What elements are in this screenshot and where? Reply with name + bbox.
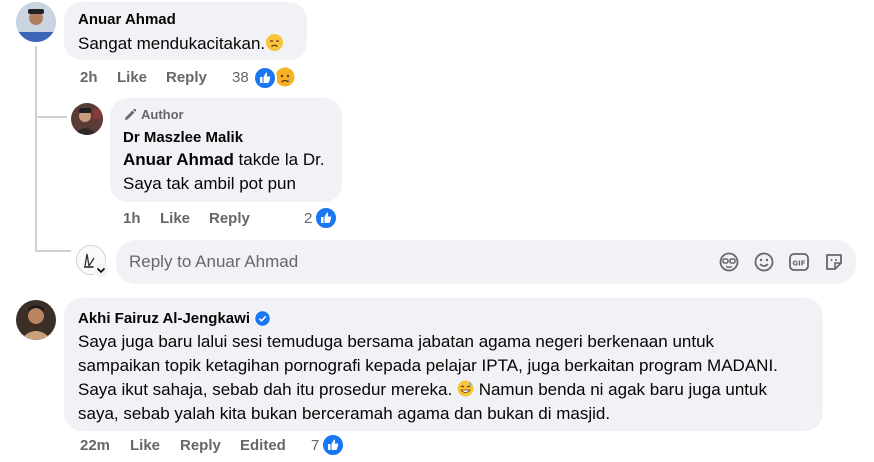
avatar-dr-maszlee-malik[interactable] <box>71 103 103 135</box>
thread-connector-input <box>35 250 71 252</box>
comment-author-row: Akhi Fairuz Al-Jengkawi <box>78 310 270 327</box>
avatar-anuar-ahmad[interactable] <box>16 2 56 42</box>
like-button[interactable]: Like <box>117 69 147 86</box>
comment-text-line3-rest: Namun benda ni agak baru juga untuk <box>473 380 767 399</box>
grinning-sweat-emoji-icon <box>457 380 474 397</box>
reply-button[interactable]: Reply <box>209 210 250 227</box>
author-badge: Author <box>123 107 184 122</box>
reply-bubble: Author Dr Maszlee Malik Anuar Ahmad takd… <box>110 98 342 202</box>
pencil-icon <box>123 108 137 122</box>
comment-text-line1: Saya juga baru lalui sesi temuduga bersa… <box>78 332 715 351</box>
reaction-count[interactable]: 38 <box>232 69 249 86</box>
sticker-icon[interactable] <box>823 251 845 273</box>
comment-author[interactable]: Anuar Ahmad <box>78 11 176 28</box>
comment-bubble: Akhi Fairuz Al-Jengkawi Saya juga baru l… <box>64 298 823 431</box>
comment-text-line3-start: Saya ikut sahaja, sebab dah itu prosedur… <box>78 380 453 399</box>
edited-label[interactable]: Edited <box>240 437 286 454</box>
sad-reaction-icon <box>274 66 296 88</box>
comment-text-line4: saya, sebab yalah kita bukan berceramah … <box>78 404 611 423</box>
avatar-akhi-fairuz[interactable] <box>16 300 56 340</box>
reply-author[interactable]: Dr Maszlee Malik <box>123 129 243 146</box>
thread-connector-reply <box>35 116 67 118</box>
like-reaction-icon <box>253 66 277 90</box>
svg-text:GIF: GIF <box>792 260 805 268</box>
comment-text-line3: Saya ikut sahaja, sebab dah itu prosedur… <box>78 378 767 402</box>
reply-text-line2: Saya tak ambil pot pun <box>123 174 296 193</box>
like-reaction-icon <box>321 433 345 457</box>
reply-time[interactable]: 1h <box>123 210 141 227</box>
comment-time[interactable]: 22m <box>80 437 110 454</box>
like-button[interactable]: Like <box>130 437 160 454</box>
reaction-count[interactable]: 7 <box>311 437 319 454</box>
reply-button[interactable]: Reply <box>180 437 221 454</box>
comment-bubble: Anuar Ahmad Sangat mendukacitakan. <box>64 2 307 60</box>
like-button[interactable]: Like <box>160 210 190 227</box>
comment-time[interactable]: 2h <box>80 69 98 86</box>
author-badge-label: Author <box>141 107 184 122</box>
reply-button[interactable]: Reply <box>166 69 207 86</box>
reaction-count[interactable]: 2 <box>304 210 312 227</box>
comment-text-content: Sangat mendukacitakan. <box>78 34 266 53</box>
mention-link[interactable]: Anuar Ahmad <box>123 150 234 169</box>
avatar-sticker-icon[interactable] <box>718 251 740 273</box>
reply-input-placeholder: Reply to Anuar Ahmad <box>129 252 299 271</box>
verified-badge-icon <box>255 311 270 326</box>
comment-text: Sangat mendukacitakan. <box>78 32 284 56</box>
reply-text-rest: takde la Dr. <box>233 150 325 169</box>
sad-face-emoji-icon <box>266 34 284 51</box>
comment-text-line2: sampaikan topik ketagihan pornografi kep… <box>78 356 778 375</box>
comment-author[interactable]: Akhi Fairuz Al-Jengkawi <box>78 310 250 327</box>
chevron-down-icon[interactable] <box>93 262 109 278</box>
like-reaction-icon <box>314 206 338 230</box>
gif-icon[interactable]: GIF <box>788 251 810 273</box>
emoji-icon[interactable] <box>753 251 775 273</box>
reply-input[interactable]: Reply to Anuar Ahmad GIF <box>116 240 856 284</box>
thread-line-vertical <box>35 46 37 250</box>
reply-text-line1: Anuar Ahmad takde la Dr. <box>123 148 325 172</box>
